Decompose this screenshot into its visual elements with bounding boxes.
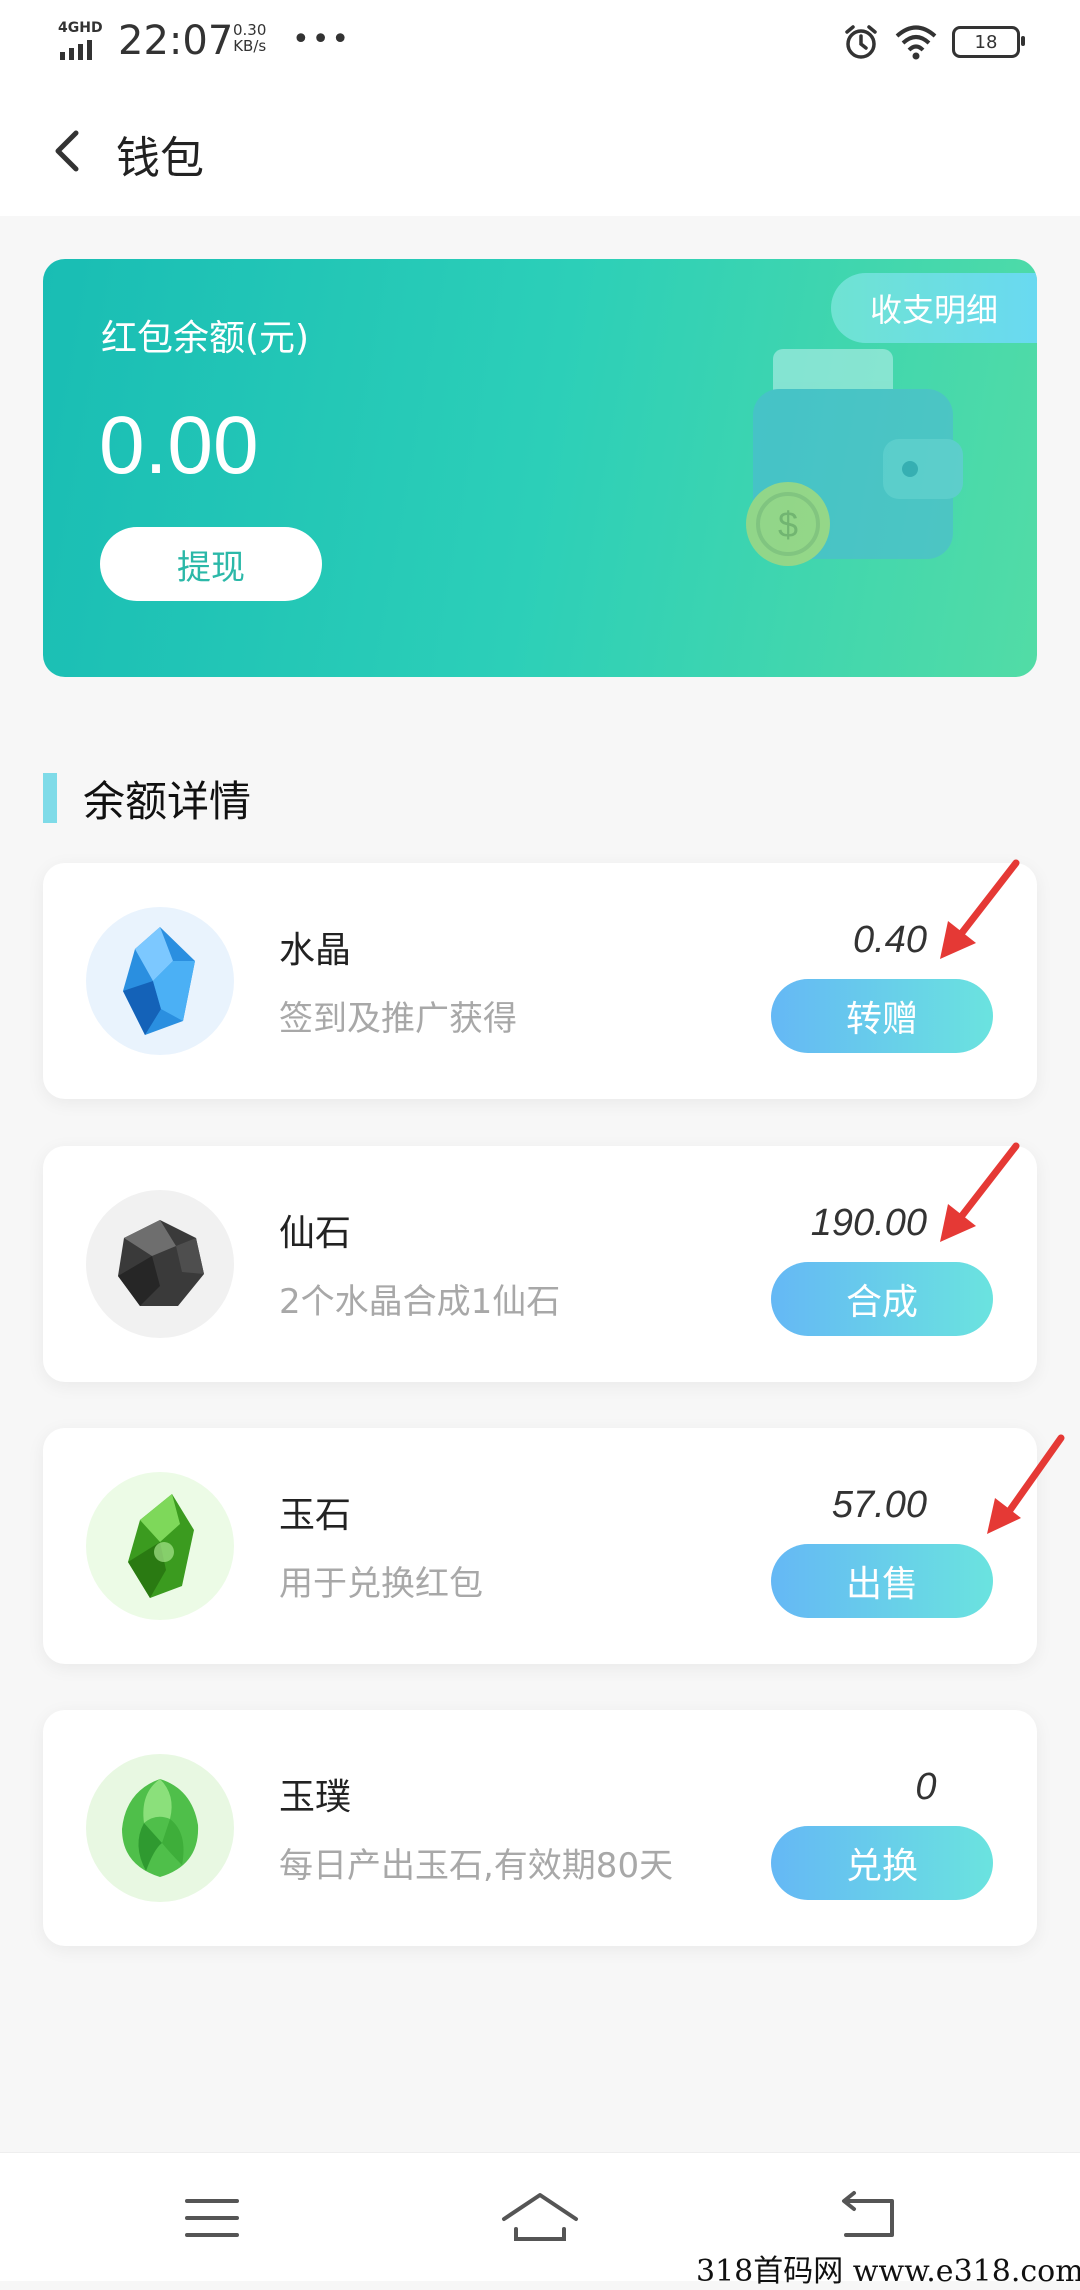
section-title: 余额详情	[83, 776, 252, 826]
item-value: 0	[915, 1766, 937, 1808]
speed-unit: KB/s	[233, 37, 267, 55]
list-item-crystal: 水晶 签到及推广获得 0.40 转赠	[43, 859, 1037, 1099]
battery-level: 18	[974, 31, 998, 53]
cellular-signal-icon: 4GHD	[58, 20, 104, 60]
item-value: 57.00	[831, 1484, 927, 1526]
jade-icon	[86, 1472, 234, 1620]
item-value: 0.40	[853, 919, 927, 961]
raw-jade-icon	[86, 1754, 234, 1902]
stone-icon	[86, 1190, 234, 1338]
section-header: 余额详情	[43, 770, 251, 826]
speed-value: 0.30	[233, 21, 267, 39]
transaction-details-button[interactable]: 收支明细	[831, 273, 1037, 343]
crystal-icon	[86, 907, 234, 1055]
item-description: 每日产出玉石,有效期80天	[279, 1846, 674, 1886]
balance-card: $ 收支明细 红包余额(元) 0.00 提现	[43, 259, 1037, 677]
item-name: 仙石	[279, 1213, 352, 1254]
sell-button[interactable]: 出售	[771, 1544, 993, 1618]
item-name: 水晶	[279, 930, 352, 971]
annotation-arrow-icon	[940, 1142, 1020, 1242]
network-type: 4GHD	[58, 20, 103, 36]
annotation-arrow-icon	[940, 859, 1020, 959]
exchange-button[interactable]: 兑换	[771, 1826, 993, 1900]
balance-label: 红包余额(元)	[101, 318, 310, 359]
back-arrow-icon[interactable]	[40, 121, 100, 181]
clock: 22:07	[118, 18, 234, 64]
item-name: 玉璞	[279, 1777, 352, 1818]
watermark: 318首码网 www.e318.com	[696, 2254, 1080, 2289]
wifi-icon	[895, 25, 937, 60]
list-item-stone: 仙石 2个水晶合成1仙石 190.00 合成	[43, 1142, 1037, 1382]
item-description: 用于兑换红包	[279, 1564, 483, 1604]
combine-button[interactable]: 合成	[771, 1262, 993, 1336]
page-title: 钱包	[116, 133, 204, 184]
item-description: 签到及推广获得	[279, 999, 517, 1039]
status-bar: 4GHD 22:07 0.30 KB/s ••• 18	[0, 0, 1080, 86]
wallet-illustration: $	[746, 349, 963, 566]
alarm-icon	[845, 25, 877, 59]
header: 钱包	[0, 86, 1080, 216]
item-description: 2个水晶合成1仙石	[279, 1282, 561, 1322]
annotation-arrow-icon	[987, 1434, 1065, 1534]
menu-icon[interactable]	[162, 2183, 262, 2253]
more-notifications-icon: •••	[292, 22, 352, 57]
back-icon[interactable]	[818, 2183, 918, 2253]
network-speed: 0.30 KB/s	[233, 22, 266, 54]
gift-button[interactable]: 转赠	[771, 979, 993, 1053]
battery-icon: 18	[952, 26, 1025, 58]
list-item-raw-jade: 玉璞 每日产出玉石,有效期80天 0 兑换	[43, 1710, 1037, 1946]
svg-text:$: $	[778, 504, 798, 545]
withdraw-button[interactable]: 提现	[100, 527, 322, 601]
item-value: 190.00	[810, 1202, 927, 1244]
list-item-jade: 玉石 用于兑换红包 57.00 出售	[43, 1428, 1065, 1664]
balance-value: 0.00	[99, 400, 259, 491]
item-name: 玉石	[279, 1495, 352, 1536]
home-icon[interactable]	[490, 2183, 590, 2253]
section-accent-bar	[43, 773, 57, 823]
